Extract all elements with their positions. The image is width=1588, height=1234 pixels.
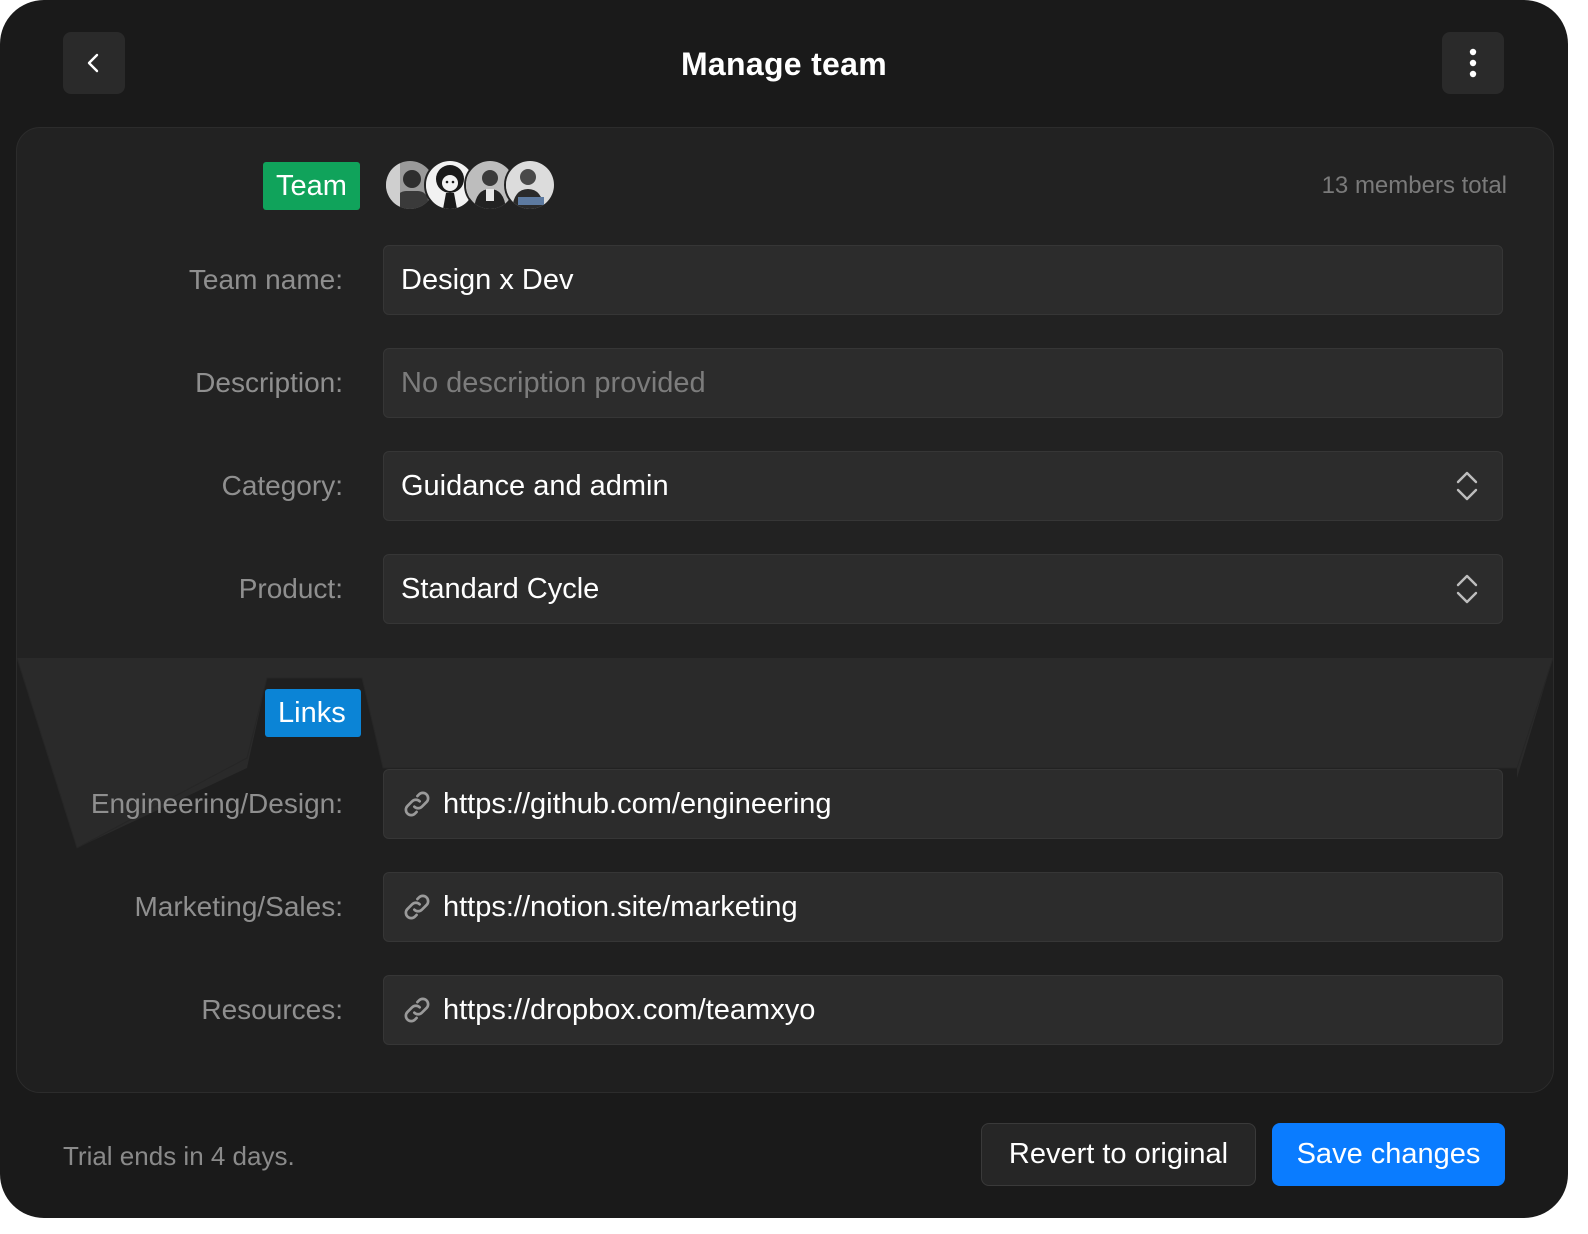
description-placeholder: No description provided (401, 366, 706, 399)
marketing-sales-link-field[interactable]: https://notion.site/marketing (383, 872, 1503, 942)
trial-notice: Trial ends in 4 days. (63, 1141, 295, 1171)
vertical-ellipsis-icon (1469, 48, 1477, 78)
product-select[interactable]: Standard Cycle (383, 554, 1503, 624)
team-settings-card: Team 13 members total Team name: Design … (16, 127, 1554, 1093)
team-name-field[interactable]: Design x Dev (383, 245, 1503, 315)
description-label: Description: (195, 367, 343, 398)
engineering-design-link-field[interactable]: https://github.com/engineering (383, 769, 1503, 839)
link-icon (404, 894, 430, 920)
team-badge: Team (263, 162, 360, 210)
page-title: Manage team (680, 46, 888, 82)
chevron-up-down-icon (1456, 574, 1478, 604)
avatar[interactable] (504, 159, 556, 211)
manage-team-window: Manage team Team 13 members total Team n… (0, 0, 1568, 1218)
team-name-label: Team name: (188, 264, 343, 295)
revert-to-original-button[interactable]: Revert to original (981, 1123, 1256, 1186)
description-field[interactable]: No description provided (383, 348, 1503, 418)
link-icon (404, 791, 430, 817)
link-icon (404, 997, 430, 1023)
member-avatars[interactable] (384, 159, 556, 213)
team-name-value: Design x Dev (401, 263, 574, 296)
engineering-design-label: Engineering/Design: (90, 788, 343, 819)
members-total-count: 13 members total (1321, 172, 1507, 199)
resources-label: Resources: (201, 994, 343, 1025)
resources-url: https://dropbox.com/teamxyo (443, 993, 816, 1026)
category-select[interactable]: Guidance and admin (383, 451, 1503, 521)
resources-link-field[interactable]: https://dropbox.com/teamxyo (383, 975, 1503, 1045)
member-avatar-4 (506, 161, 554, 209)
chevron-up-down-icon (1456, 471, 1478, 501)
save-changes-button[interactable]: Save changes (1272, 1123, 1505, 1186)
more-options-button[interactable] (1442, 32, 1504, 94)
links-badge: Links (265, 689, 361, 737)
marketing-sales-url: https://notion.site/marketing (443, 890, 798, 923)
category-label: Category: (221, 470, 343, 501)
category-value: Guidance and admin (401, 469, 669, 502)
marketing-sales-label: Marketing/Sales: (134, 891, 343, 922)
product-label: Product: (238, 573, 343, 604)
product-value: Standard Cycle (401, 572, 600, 605)
engineering-design-url: https://github.com/engineering (443, 787, 832, 820)
